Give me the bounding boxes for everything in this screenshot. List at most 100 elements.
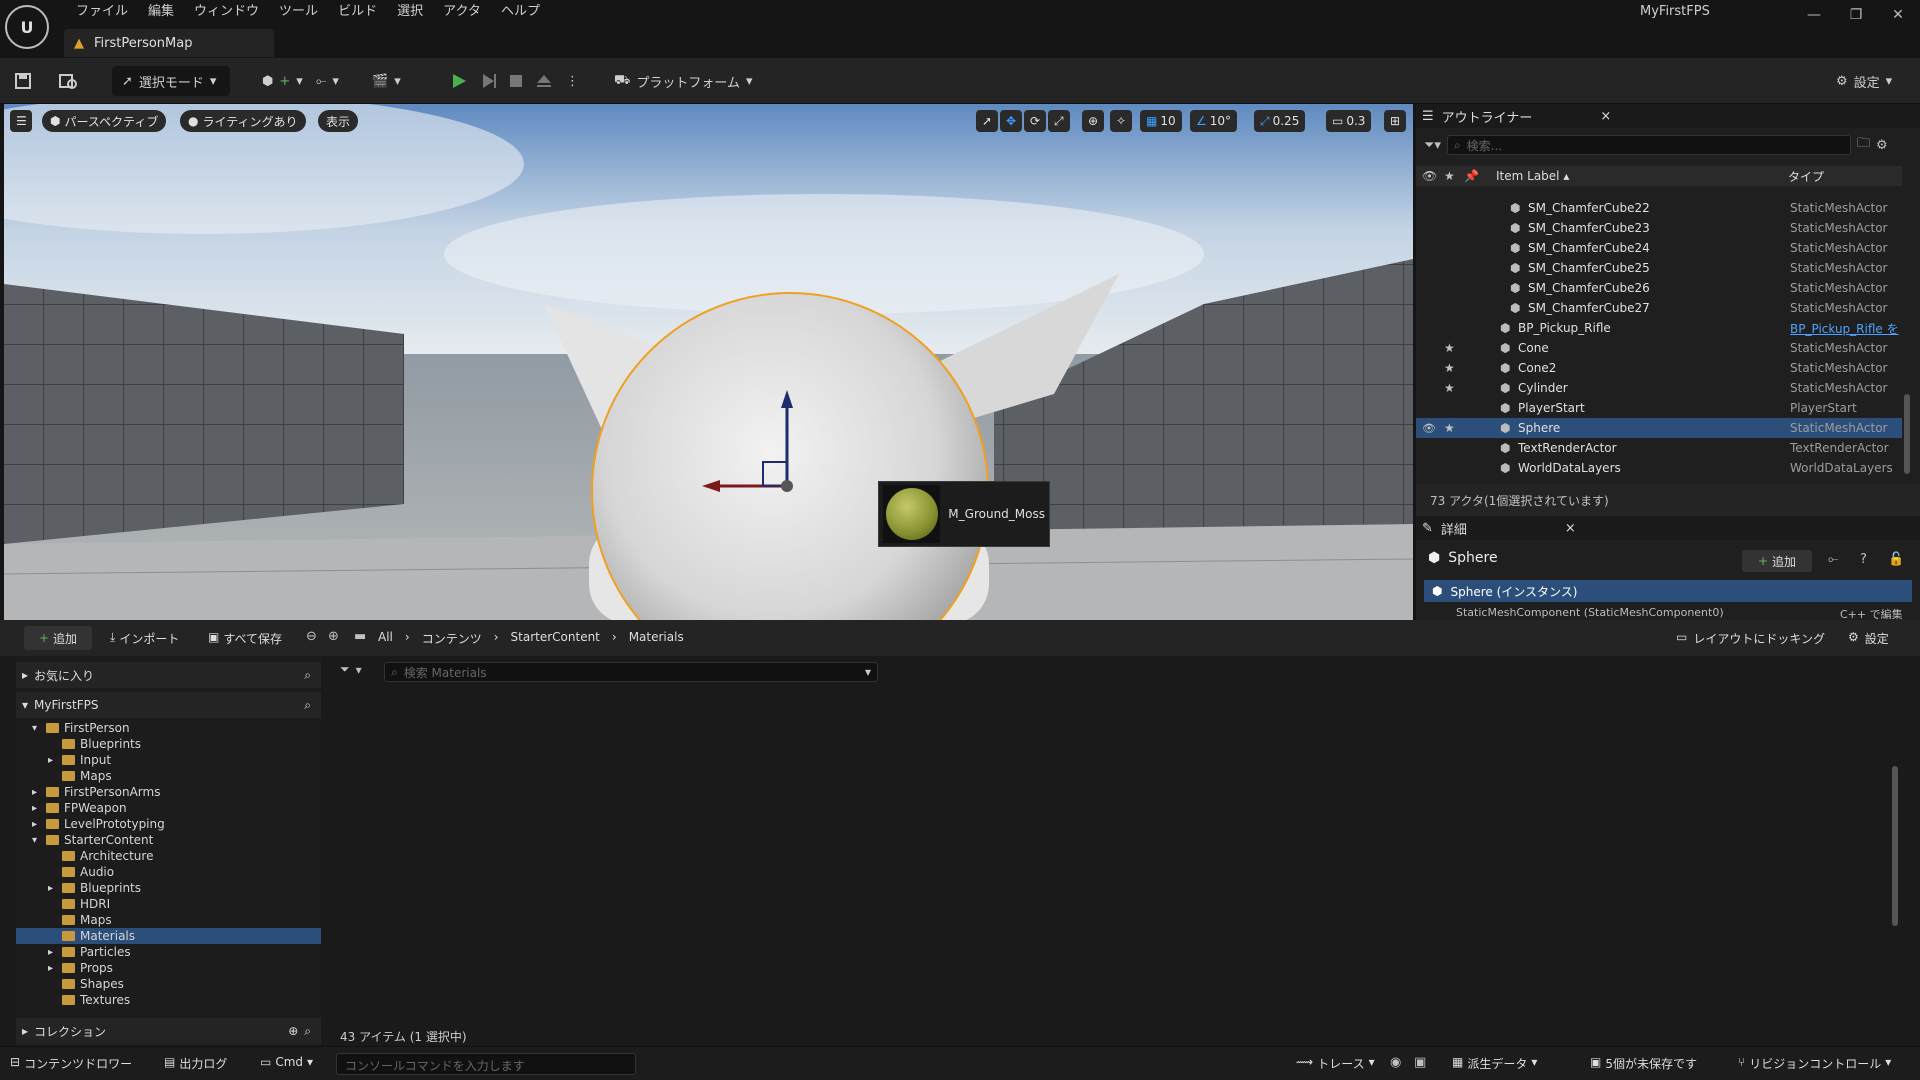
folder-tree-item[interactable]: ▾ FirstPerson (16, 720, 321, 736)
save-all-button[interactable]: ▣ すべて保存 (208, 630, 282, 647)
record-icon[interactable]: ◉ (1390, 1055, 1401, 1070)
surface-snap-icon[interactable]: ✧ (1110, 110, 1133, 132)
advance-frame-icon[interactable] (480, 66, 498, 96)
outliner-row[interactable]: ⬢ SM_ChamferCube27 StaticMeshActor (1416, 298, 1902, 318)
folder-tree-item[interactable]: ▾ StarterContent (16, 832, 321, 848)
folder-tree-item[interactable]: Maps (16, 912, 321, 928)
outliner-row[interactable]: ⬢ WorldDataLayers WorldDataLayers (1416, 458, 1902, 478)
menu-item[interactable]: ツール (269, 2, 328, 22)
dock-layout-button[interactable]: ▭ レイアウトにドッキング (1676, 630, 1825, 647)
star-icon[interactable]: ★ (1444, 381, 1455, 395)
lock-icon[interactable]: 🔓 (1888, 552, 1904, 567)
menu-item[interactable]: 選択 (387, 2, 433, 22)
derived-data-button[interactable]: ▦ 派生データ ▾ (1452, 1055, 1537, 1072)
save-icon[interactable] (14, 66, 32, 96)
cb-settings-button[interactable]: ⚙ 設定 (1848, 630, 1889, 647)
asset-search-input[interactable]: ⌕ 検索 Materials ▾ (384, 662, 878, 682)
breadcrumb-item[interactable]: Materials (629, 630, 684, 647)
outliner-row[interactable]: ⬢ SM_ChamferCube23 StaticMeshActor (1416, 218, 1902, 238)
folder-tree-item[interactable]: ▸ Input (16, 752, 321, 768)
play-button[interactable] (450, 66, 468, 96)
unsaved-button[interactable]: ▣ 5個が未保存です (1590, 1055, 1697, 1072)
cb-add-button[interactable]: + 追加 (24, 626, 92, 650)
perspective-button[interactable]: ⬢ パースペクティブ (42, 110, 167, 132)
world-space-icon[interactable]: ⊕ (1082, 110, 1105, 132)
filter-button[interactable]: ⏷ ▾ (340, 662, 362, 677)
outliner-row[interactable]: ⬢ BP_Pickup_Rifle BP_Pickup_Rifle を (1416, 318, 1902, 338)
pin-icon[interactable]: 📌 (1464, 169, 1479, 183)
add-collection-icon[interactable]: ⊕ (288, 1024, 298, 1038)
outliner-row[interactable]: 👁 ★ ⬢ Sphere StaticMeshActor (1416, 418, 1902, 438)
restore-icon[interactable]: ❐ (1842, 4, 1870, 26)
outliner-row[interactable]: ⬢ SM_ChamferCube24 StaticMeshActor (1416, 238, 1902, 258)
component-row[interactable]: StaticMeshComponent (StaticMeshComponent… (1456, 606, 1724, 619)
grid-snap-button[interactable]: ▦ 10 (1140, 110, 1182, 132)
folder-tree-item[interactable]: ▸ FPWeapon (16, 800, 321, 816)
select-tool-icon[interactable]: ➚ (976, 110, 999, 132)
star-icon[interactable]: ★ (1444, 341, 1455, 355)
filter-icon[interactable]: ⏷▾ (1424, 138, 1441, 153)
menu-item[interactable]: アクタ (433, 2, 491, 22)
menu-item[interactable]: ファイル (66, 2, 138, 22)
level-viewport[interactable]: PlatformマテリアルマテリアルマテリアルBeveledマテリアルNewマテ… (4, 104, 1413, 620)
add-actor-button[interactable]: ⬢ + ▾ (262, 66, 303, 96)
menu-item[interactable]: 編集 (138, 2, 184, 22)
minimize-icon[interactable]: — (1800, 4, 1828, 26)
outliner-row[interactable]: ★ ⬢ Cone StaticMeshActor (1416, 338, 1902, 358)
col-type[interactable]: タイプ (1788, 168, 1824, 185)
star-icon[interactable]: ★ (1444, 361, 1455, 375)
outliner-row[interactable]: ⬢ SM_ChamferCube26 StaticMeshActor (1416, 278, 1902, 298)
search-icon[interactable]: ⌕ (304, 668, 311, 683)
folder-tree-item[interactable]: ▸ LevelPrototyping (16, 816, 321, 832)
breadcrumb-item[interactable]: StarterContent (511, 630, 600, 647)
folder-tree-item[interactable]: ▸ Particles (16, 944, 321, 960)
import-button[interactable]: ⤓ インポート (110, 630, 179, 647)
folder-tree-item[interactable]: Maps (16, 768, 321, 784)
cinematics-button[interactable]: 🎬 ▾ (372, 66, 401, 96)
search-icon[interactable]: ⌕ (304, 1024, 311, 1039)
folder-tree-item[interactable]: ▸ FirstPersonArms (16, 784, 321, 800)
platform-dropdown[interactable]: ⛟ プラットフォーム ▾ (614, 66, 753, 96)
details-tab[interactable]: ✎ 詳細 × (1416, 516, 1920, 540)
outliner-row[interactable]: ★ ⬢ Cylinder StaticMeshActor (1416, 378, 1902, 398)
favorites-section[interactable]: ▸ お気に入り ⌕ (16, 662, 321, 688)
blueprint-button[interactable]: ⟜ ▾ (316, 66, 339, 96)
menu-item[interactable]: ビルド (328, 2, 387, 22)
trace-button[interactable]: ⟿ トレース ▾ (1296, 1055, 1375, 1072)
eye-icon[interactable]: 👁 (1422, 169, 1437, 183)
hamburger-menu-icon[interactable]: ☰ (10, 110, 32, 132)
play-options-icon[interactable]: ⋮ (566, 66, 579, 96)
rotate-tool-icon[interactable]: ⟳ (1024, 110, 1047, 132)
gear-icon[interactable]: ⚙ (1876, 138, 1888, 153)
folder-tree-item[interactable]: Blueprints (16, 736, 321, 752)
project-section[interactable]: ▾ MyFirstFPS ⌕ (16, 692, 321, 718)
star-icon[interactable]: ★ (1444, 421, 1455, 435)
folder-tree-item[interactable]: Textures (16, 992, 321, 1008)
outliner-row[interactable]: ⬢ SM_ChamferCube25 StaticMeshActor (1416, 258, 1902, 278)
output-log-button[interactable]: ▤ 出力ログ (164, 1055, 227, 1072)
outliner-row[interactable]: ★ ⬢ Cone2 StaticMeshActor (1416, 358, 1902, 378)
revision-control-button[interactable]: ⑂ リビジョンコントロール ▾ (1738, 1055, 1891, 1072)
menu-item[interactable]: ウィンドウ (184, 2, 269, 22)
layout-icon[interactable]: ⊞ (1384, 110, 1407, 132)
add-folder-icon[interactable]: 🗀 (1857, 134, 1870, 156)
stop-icon[interactable] (508, 66, 524, 96)
console-input[interactable]: コンソールコマンドを入力します (336, 1053, 636, 1075)
folder-tree-item[interactable]: Shapes (16, 976, 321, 992)
folder-tree-item[interactable]: ▸ Props (16, 960, 321, 976)
breadcrumb-item[interactable]: コンテンツ (422, 630, 482, 647)
outliner-search-input[interactable]: ⌕ 検索... (1446, 135, 1851, 155)
menu-item[interactable]: ヘルプ (491, 2, 550, 22)
close-icon[interactable]: × (1600, 109, 1611, 124)
scale-tool-icon[interactable]: ⤢ (1048, 110, 1070, 132)
folder-tree-item[interactable]: Architecture (16, 848, 321, 864)
screenshot-icon[interactable]: ▣ (1414, 1055, 1426, 1070)
help-icon[interactable]: ? (1860, 552, 1867, 567)
component-root-row[interactable]: ⬢ Sphere (インスタンス) (1424, 580, 1912, 602)
cmd-dropdown[interactable]: ▭ Cmd ▾ (260, 1055, 313, 1069)
folder-tree-item[interactable]: Audio (16, 864, 321, 880)
details-add-button[interactable]: + 追加 (1742, 550, 1812, 572)
camera-speed-button[interactable]: ▭ 0.3 (1326, 110, 1372, 132)
outliner-scrollbar[interactable] (1904, 394, 1910, 474)
asset-scrollbar[interactable] (1892, 766, 1898, 926)
